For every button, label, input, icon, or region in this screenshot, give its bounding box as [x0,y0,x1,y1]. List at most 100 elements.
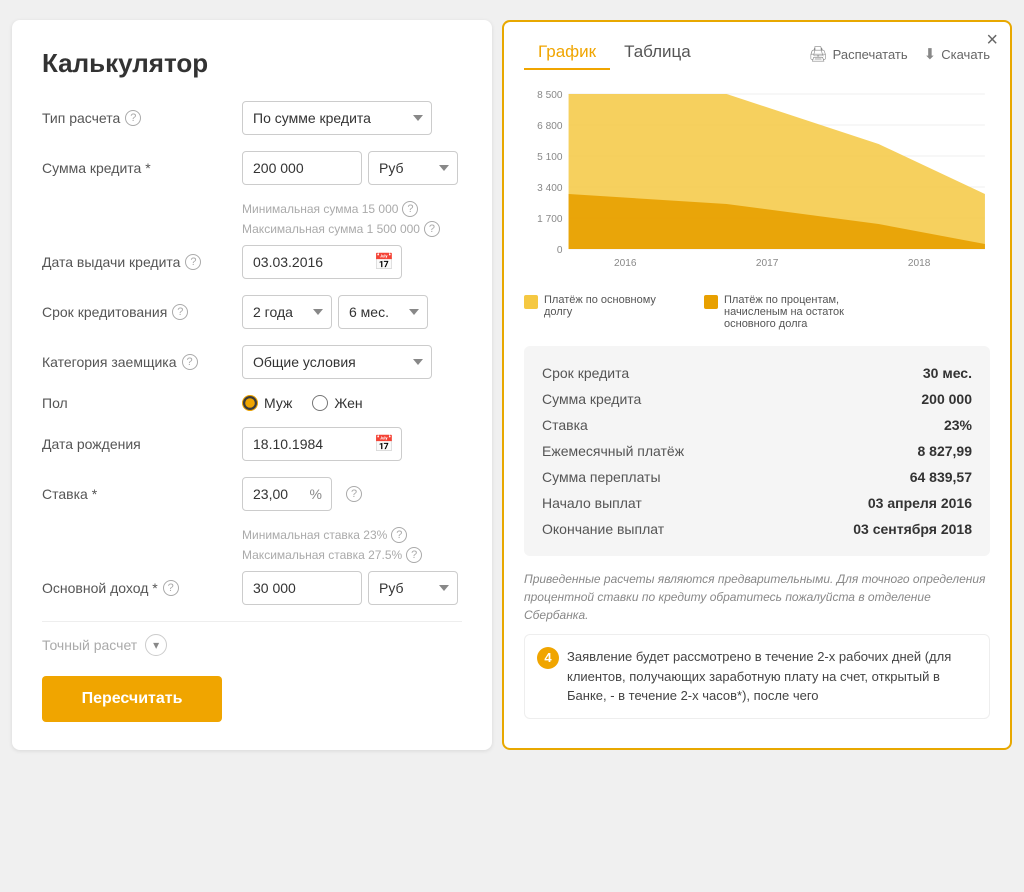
issue-date-label: Дата выдачи кредита ? [42,254,242,270]
svg-text:2017: 2017 [756,258,779,269]
tab-actions: 🖨 Распечатать ⬇ Скачать [809,45,990,63]
rate-input-group: % ? [242,477,462,511]
calculation-type-input-group: По сумме кредита [242,101,462,135]
svg-text:1 700: 1 700 [537,214,563,225]
rate-hint-max: Максимальная ставка 27.5% ? [242,547,462,563]
tab-graph[interactable]: График [524,38,610,70]
loan-currency-select[interactable]: Руб [368,151,458,185]
loan-min-help-icon[interactable]: ? [402,201,418,217]
loan-amount-hint-max: Максимальная сумма 1 500 000 ? [242,221,462,237]
borrower-category-row: Категория заемщика ? Общие условия [42,345,462,379]
notification-text: Заявление будет рассмотрено в течение 2-… [567,647,977,706]
gender-female-label[interactable]: Жен [312,395,362,411]
svg-text:2016: 2016 [614,258,637,269]
income-input-group: Руб [242,571,462,605]
issue-date-row: Дата выдачи кредита ? 📅 [42,245,462,279]
summary-row-0: Срок кредита 30 мес. [542,360,972,386]
term-label: Срок кредитования ? [42,304,242,320]
issue-date-input-group: 📅 [242,245,462,279]
loan-amount-input[interactable] [242,151,362,185]
legend-item-principal: Платёж по основному долгу [524,294,684,318]
rate-label: Ставка * [42,486,242,502]
term-years-select[interactable]: 2 года [242,295,332,329]
loan-max-help-icon[interactable]: ? [424,221,440,237]
rate-help-icon[interactable]: ? [346,486,362,502]
birthdate-label: Дата рождения [42,436,242,452]
summary-row-4: Сумма переплаты 64 839,57 [542,464,972,490]
chart-svg: 8 500 6 800 5 100 3 400 1 700 0 2016 [524,84,990,284]
gender-female-radio[interactable] [312,395,328,411]
calculator-title: Калькулятор [42,48,462,79]
rate-wrapper: % [242,477,332,511]
term-help-icon[interactable]: ? [172,304,188,320]
summary-row-2: Ставка 23% [542,412,972,438]
disclaimer-text: Приведенные расчеты являются предварител… [524,570,990,624]
precise-row: Точный расчет ▾ [42,621,462,656]
calculation-type-select[interactable]: По сумме кредита [242,101,432,135]
issue-date-help-icon[interactable]: ? [185,254,201,270]
legend-color-principal [524,295,538,309]
summary-box: Срок кредита 30 мес. Сумма кредита 200 0… [524,346,990,556]
rate-hint-min: Минимальная ставка 23% ? [242,527,462,543]
svg-text:0: 0 [557,245,563,256]
notification-number: 4 [537,647,559,669]
borrower-category-select[interactable]: Общие условия [242,345,432,379]
legend-color-interest [704,295,718,309]
calculation-type-row: Тип расчета ? По сумме кредита [42,101,462,135]
print-link[interactable]: 🖨 Распечатать [809,45,908,63]
birthdate-input[interactable] [242,427,402,461]
loan-amount-hint-min: Минимальная сумма 15 000 ? [242,201,462,217]
rate-row: Ставка * % ? [42,477,462,511]
precise-expand-button[interactable]: ▾ [145,634,167,656]
svg-text:3 400: 3 400 [537,183,563,194]
loan-amount-row: Сумма кредита * Руб [42,151,462,185]
loan-amount-input-group: Руб [242,151,462,185]
income-currency-select[interactable]: Руб [368,571,458,605]
download-icon: ⬇ [924,45,937,63]
percent-symbol: % [310,486,322,502]
summary-row-5: Начало выплат 03 апреля 2016 [542,490,972,516]
issue-date-input[interactable] [242,245,402,279]
income-label: Основной доход * ? [42,580,242,596]
income-help-icon[interactable]: ? [163,580,179,596]
gender-male-radio[interactable] [242,395,258,411]
svg-text:2018: 2018 [908,258,931,269]
income-input[interactable] [242,571,362,605]
download-link[interactable]: ⬇ Скачать [924,45,990,63]
borrower-category-help-icon[interactable]: ? [182,354,198,370]
borrower-category-input-group: Общие условия [242,345,462,379]
rate-min-help-icon[interactable]: ? [391,527,407,543]
tab-table[interactable]: Таблица [610,38,705,70]
recalculate-button[interactable]: Пересчитать [42,676,222,722]
calculation-type-help-icon[interactable]: ? [125,110,141,126]
birthdate-row: Дата рождения 📅 [42,427,462,461]
borrower-category-label: Категория заемщика ? [42,354,242,370]
income-row: Основной доход * ? Руб [42,571,462,605]
birthdate-wrapper: 📅 [242,427,402,461]
gender-row: Пол Муж Жен [42,395,462,411]
chart-container: 8 500 6 800 5 100 3 400 1 700 0 2016 [524,84,990,284]
legend-item-interest: Платёж по процентам, начисленым на остат… [704,294,864,330]
tabs-row: График Таблица 🖨 Распечатать ⬇ Скачать [524,38,990,70]
calculator-panel: Калькулятор Тип расчета ? По сумме креди… [12,20,492,750]
summary-row-3: Ежемесячный платёж 8 827,99 [542,438,972,464]
svg-text:6 800: 6 800 [537,121,563,132]
term-row: Срок кредитования ? 2 года 6 мес. [42,295,462,329]
notification-content: 4 Заявление будет рассмотрено в течение … [537,647,977,706]
notification-box: 4 Заявление будет рассмотрено в течение … [524,634,990,719]
birthdate-input-group: 📅 [242,427,462,461]
term-input-group: 2 года 6 мес. [242,295,462,329]
gender-input-group: Муж Жен [242,395,462,411]
print-icon: 🖨 [809,45,828,63]
loan-amount-label: Сумма кредита * [42,160,242,176]
close-button[interactable]: × [986,30,998,50]
summary-row-1: Сумма кредита 200 000 [542,386,972,412]
term-months-select[interactable]: 6 мес. [338,295,428,329]
rate-max-help-icon[interactable]: ? [406,547,422,563]
issue-date-wrapper: 📅 [242,245,402,279]
legend-row: Платёж по основному долгу Платёж по проц… [524,294,990,330]
gender-male-label[interactable]: Муж [242,395,292,411]
graph-panel: × График Таблица 🖨 Распечатать ⬇ Скачать [502,20,1012,750]
svg-text:8 500: 8 500 [537,90,563,101]
gender-label: Пол [42,395,242,411]
